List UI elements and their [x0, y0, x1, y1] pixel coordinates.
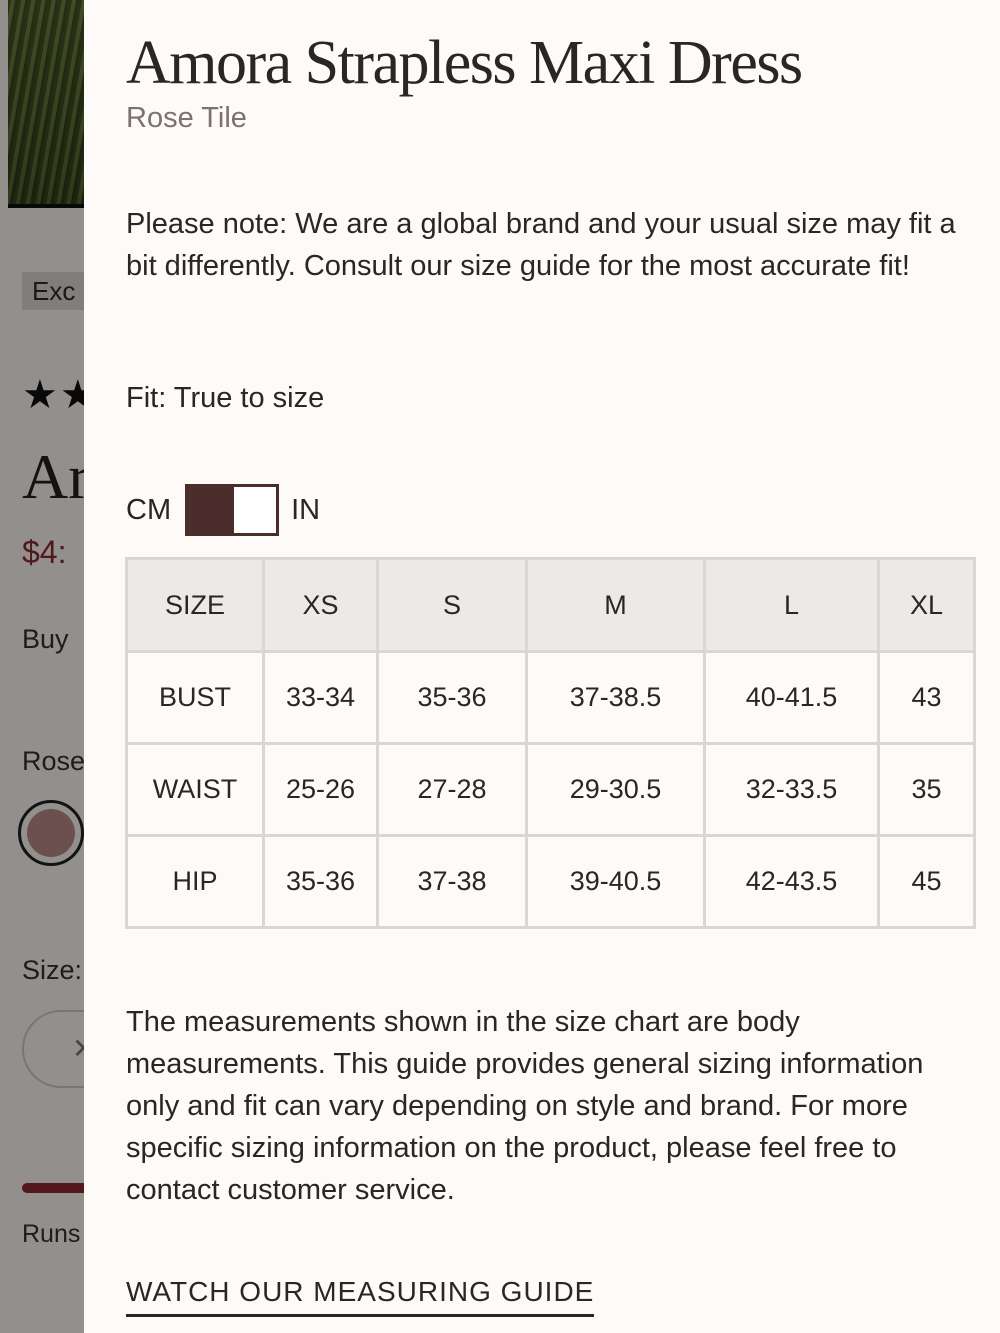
unit-cm-label[interactable]: CM: [126, 494, 171, 527]
table-cell: 39-40.5: [525, 834, 706, 929]
measuring-guide-link[interactable]: WATCH OUR MEASURING GUIDE: [126, 1276, 595, 1317]
unit-toggle[interactable]: [185, 484, 280, 536]
table-cell: 43: [877, 650, 976, 745]
header-xl: XL: [877, 557, 976, 653]
size-chart-table: SIZE XS S M L XL BUST 33-34 35-36 37-38.…: [125, 557, 976, 929]
table-row-hip: HIP 35-36 37-38 39-40.5 42-43.5 45: [125, 834, 976, 929]
header-s: S: [376, 557, 528, 653]
size-chart-header-row: SIZE XS S M L XL: [125, 557, 976, 653]
table-cell: 42-43.5: [703, 834, 880, 929]
size-guide-drawer: Amora Strapless Maxi Dress Rose Tile Ple…: [84, 0, 1000, 1333]
unit-in-label[interactable]: IN: [291, 494, 320, 527]
table-row-bust: BUST 33-34 35-36 37-38.5 40-41.5 43: [125, 650, 976, 745]
global-brand-note: Please note: We are a global brand and y…: [126, 208, 956, 282]
header-l: L: [703, 557, 880, 653]
table-cell: 40-41.5: [703, 650, 880, 745]
table-cell: 35-36: [262, 834, 379, 929]
table-cell: 37-38: [376, 834, 528, 929]
table-cell: 37-38.5: [525, 650, 706, 745]
size-guide-product-color: Rose Tile: [126, 102, 247, 134]
table-cell: 35-36: [376, 650, 528, 745]
table-cell: 35: [877, 742, 976, 837]
table-row-waist: WAIST 25-26 27-28 29-30.5 32-33.5 35: [125, 742, 976, 837]
header-size: SIZE: [125, 557, 265, 653]
fit-info: Fit: True to size: [126, 382, 325, 414]
row-label: HIP: [125, 834, 265, 929]
table-cell: 32-33.5: [703, 742, 880, 837]
row-label: BUST: [125, 650, 265, 745]
table-cell: 27-28: [376, 742, 528, 837]
row-label: WAIST: [125, 742, 265, 837]
unit-switch: CM IN: [126, 482, 320, 538]
measurement-disclaimer: The measurements shown in the size chart…: [126, 1006, 924, 1206]
table-cell: 45: [877, 834, 976, 929]
table-cell: 25-26: [262, 742, 379, 837]
header-xs: XS: [262, 557, 379, 653]
table-cell: 33-34: [262, 650, 379, 745]
unit-toggle-knob: [188, 487, 235, 533]
header-m: M: [525, 557, 706, 653]
size-guide-product-title: Amora Strapless Maxi Dress: [126, 29, 803, 97]
table-cell: 29-30.5: [525, 742, 706, 837]
